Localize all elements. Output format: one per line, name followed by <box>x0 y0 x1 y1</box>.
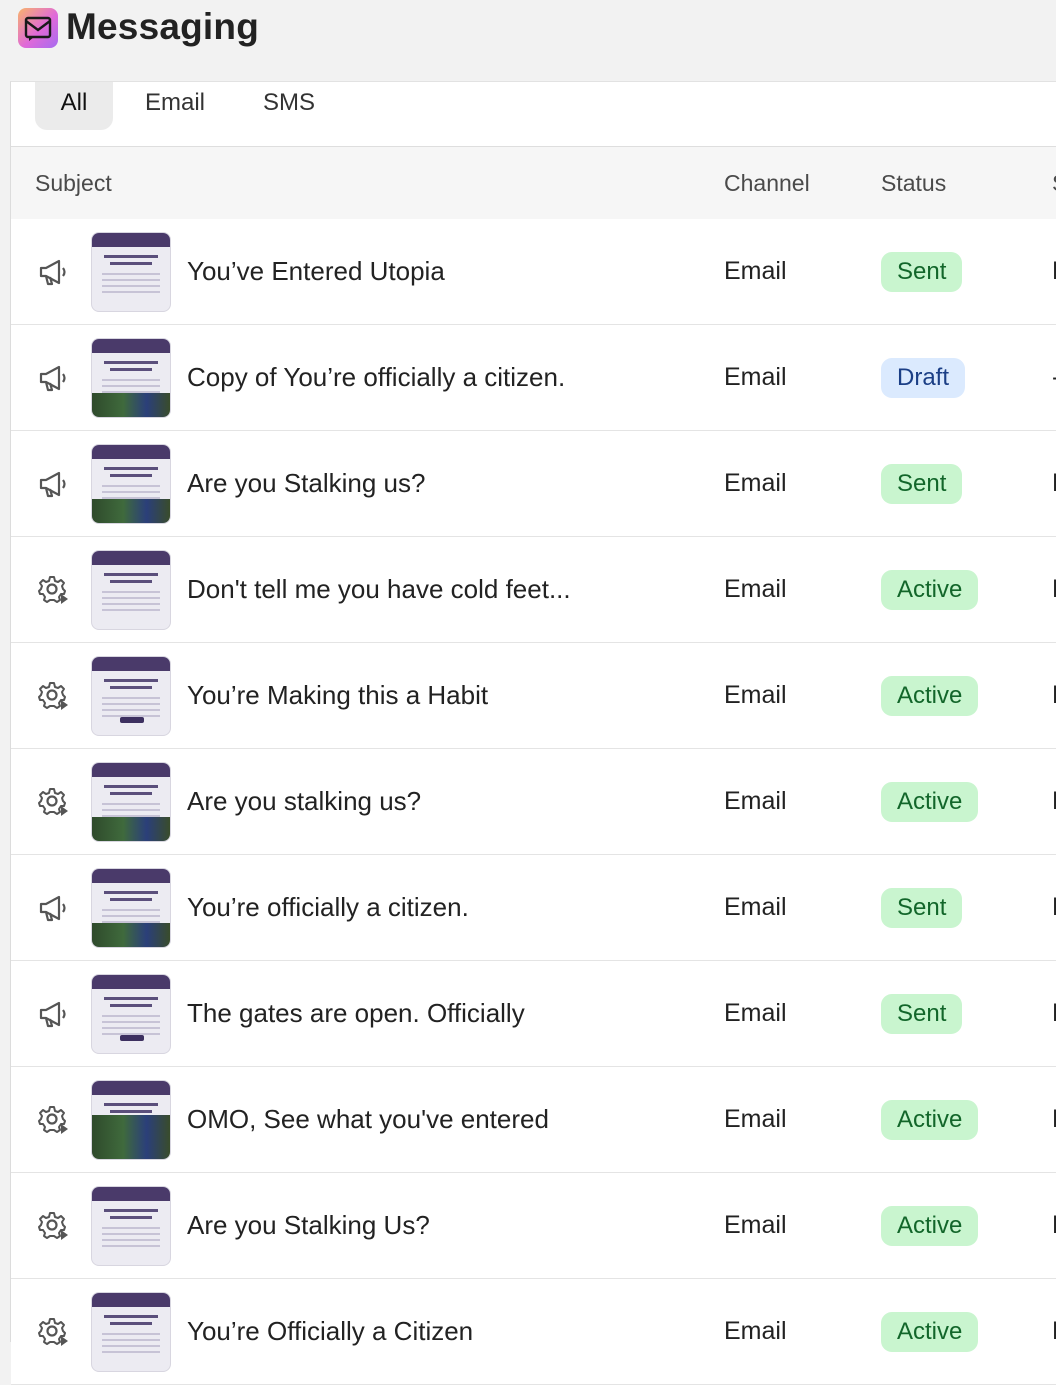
column-header-status[interactable]: Status <box>881 147 946 219</box>
status-badge: Sent <box>881 464 963 504</box>
message-subject[interactable]: The gates are open. Officially <box>187 961 525 1066</box>
table-row[interactable]: You’ve Entered Utopia Email Sent F <box>11 219 1056 325</box>
email-thumbnail <box>91 1080 171 1160</box>
column-header-next[interactable]: S <box>1052 147 1056 219</box>
next-column-cell: F <box>1052 1173 1056 1278</box>
table-row[interactable]: OMO, See what you've entered Email Active F <box>11 1067 1056 1173</box>
message-channel: Email <box>724 575 787 603</box>
email-thumbnail <box>91 232 171 312</box>
email-thumbnail <box>91 656 171 736</box>
status-badge: Sent <box>881 994 963 1034</box>
status-badge: Draft <box>881 358 966 398</box>
message-channel: Email <box>724 363 787 391</box>
table-row[interactable]: You’re officially a citizen. Email Sent F <box>11 855 1056 961</box>
message-subject[interactable]: Are you stalking us? <box>187 749 421 854</box>
message-subject[interactable]: OMO, See what you've entered <box>187 1067 549 1172</box>
message-subject[interactable]: Copy of You’re officially a citizen. <box>187 325 565 430</box>
table-row[interactable]: Copy of You’re officially a citizen. Emai… <box>11 325 1056 431</box>
status-badge: Active <box>881 1100 979 1140</box>
megaphone-icon <box>37 892 71 924</box>
table-row[interactable]: You’re Officially a CitizenEmailActiveF <box>11 1279 1056 1385</box>
email-thumbnail <box>91 868 171 948</box>
next-column-cell: F <box>1052 431 1056 536</box>
top-bar: Messaging <box>0 0 1056 80</box>
message-channel: Email <box>724 1105 787 1133</box>
message-channel: Email <box>724 999 787 1027</box>
email-thumbnail <box>91 762 171 842</box>
message-channel: Email <box>724 893 787 921</box>
email-thumbnail <box>91 974 171 1054</box>
email-thumbnail <box>91 444 171 524</box>
message-channel: Email <box>724 787 787 815</box>
next-column-cell: F <box>1052 643 1056 748</box>
status-badge: Active <box>881 1206 979 1246</box>
email-thumbnail <box>91 550 171 630</box>
status-badge: Sent <box>881 252 963 292</box>
message-subject[interactable]: You’re officially a citizen. <box>187 855 469 960</box>
message-channel: Email <box>724 257 787 285</box>
gear-icon <box>37 680 71 712</box>
megaphone-icon <box>37 256 71 288</box>
next-column-cell: F <box>1052 219 1056 324</box>
gear-icon <box>37 786 71 818</box>
next-column-cell: F <box>1052 961 1056 1066</box>
status-badge: Active <box>881 676 979 716</box>
message-subject[interactable]: You’re Making this a Habit <box>187 643 488 748</box>
message-channel: Email <box>724 469 787 497</box>
status-badge: Active <box>881 570 979 610</box>
mail-app-icon <box>18 8 58 48</box>
message-subject[interactable]: Don't tell me you have cold feet... <box>187 537 571 642</box>
message-subject[interactable]: Are you Stalking us? <box>187 431 425 536</box>
email-thumbnail <box>91 1186 171 1266</box>
tab-all[interactable]: All <box>35 82 113 130</box>
table-row[interactable]: Are you Stalking us? Email Sent F <box>11 431 1056 537</box>
tab-sms[interactable]: SMS <box>255 82 323 130</box>
next-column-cell: F <box>1052 1067 1056 1172</box>
next-column-cell: F <box>1052 855 1056 960</box>
channel-tabs: All Email SMS <box>11 82 1056 146</box>
message-subject[interactable]: You’ve Entered Utopia <box>187 219 445 324</box>
table-header: Subject Channel Status S <box>11 146 1056 220</box>
column-header-channel[interactable]: Channel <box>724 147 810 219</box>
column-header-subject[interactable]: Subject <box>35 147 112 219</box>
gear-icon <box>37 1104 71 1136</box>
gear-icon <box>37 574 71 606</box>
next-column-cell: F <box>1052 537 1056 642</box>
email-thumbnail <box>91 1292 171 1372</box>
megaphone-icon <box>37 362 71 394</box>
gear-icon <box>37 1210 71 1242</box>
status-badge: Active <box>881 1312 979 1352</box>
next-column-cell: F <box>1052 749 1056 854</box>
messages-panel: All Email SMS Subject Channel Status S Y… <box>10 81 1056 1385</box>
message-channel: Email <box>724 1211 787 1239</box>
next-column-cell: - <box>1052 325 1056 430</box>
page-title: Messaging <box>66 6 260 47</box>
gear-icon <box>37 1316 71 1348</box>
tab-email[interactable]: Email <box>137 82 213 130</box>
email-thumbnail <box>91 338 171 418</box>
megaphone-icon <box>37 468 71 500</box>
message-subject[interactable]: Are you Stalking Us? <box>187 1173 430 1278</box>
megaphone-icon <box>37 998 71 1030</box>
status-badge: Sent <box>881 888 963 928</box>
table-row[interactable]: Are you stalking us? Email Active F <box>11 749 1056 855</box>
table-row[interactable]: Don't tell me you have cold feet... Email… <box>11 537 1056 643</box>
table-row[interactable]: Are you Stalking Us? Email Active F <box>11 1173 1056 1279</box>
table-row[interactable]: The gates are open. Officially Email Sent F <box>11 961 1056 1067</box>
table-row[interactable]: You’re Making this a Habit Email Active F <box>11 643 1056 749</box>
status-badge: Active <box>881 782 979 822</box>
message-channel: Email <box>724 681 787 709</box>
